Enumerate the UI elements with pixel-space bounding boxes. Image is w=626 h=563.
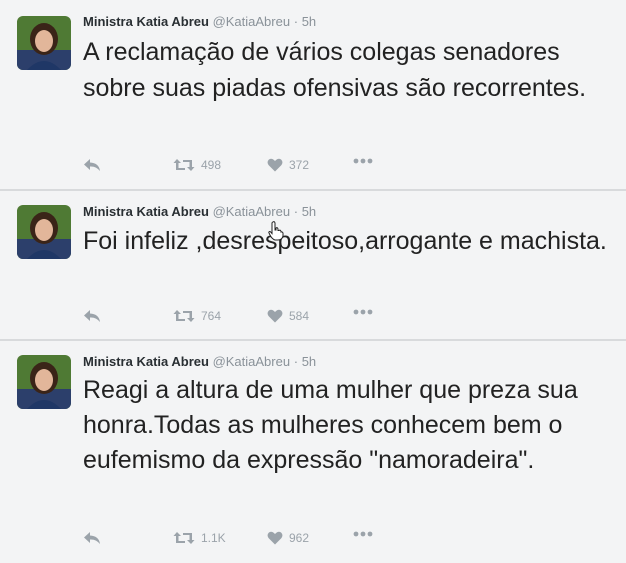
tweet: Ministra Katia Abreu @KatiaAbreu · 5h Re… bbox=[0, 341, 626, 563]
hand-cursor-icon bbox=[268, 221, 284, 241]
separator: · bbox=[293, 204, 299, 219]
author-handle[interactable]: @KatiaAbreu bbox=[213, 14, 291, 29]
more-icon bbox=[353, 309, 373, 315]
tweet-feed: Ministra Katia Abreu @KatiaAbreu · 5h A … bbox=[0, 0, 626, 563]
tweet-text: Reagi a altura de uma mulher que preza s… bbox=[83, 376, 578, 474]
tweet-text: A reclamação de vários colegas senadores… bbox=[83, 38, 587, 102]
heart-icon bbox=[267, 309, 283, 323]
reply-icon bbox=[84, 532, 100, 544]
author-name[interactable]: Ministra Katia Abreu bbox=[83, 14, 209, 29]
avatar[interactable] bbox=[17, 16, 71, 70]
timestamp[interactable]: 5h bbox=[302, 354, 316, 369]
reply-icon bbox=[84, 310, 100, 322]
reply-button[interactable] bbox=[83, 309, 101, 323]
more-icon bbox=[353, 531, 373, 537]
retweet-icon bbox=[173, 159, 195, 171]
timestamp[interactable]: 5h bbox=[302, 14, 316, 29]
avatar[interactable] bbox=[17, 205, 71, 259]
retweet-count: 1.1K bbox=[201, 531, 226, 545]
heart-icon bbox=[267, 531, 283, 545]
retweet-count: 764 bbox=[201, 309, 222, 323]
reply-icon bbox=[84, 159, 100, 171]
reply-button[interactable] bbox=[83, 158, 101, 172]
more-button[interactable] bbox=[353, 158, 373, 164]
reply-button[interactable] bbox=[83, 531, 101, 545]
like-count: 962 bbox=[289, 531, 310, 545]
timestamp[interactable]: 5h bbox=[302, 204, 316, 219]
separator: · bbox=[293, 14, 299, 29]
retweet-count: 498 bbox=[201, 158, 222, 172]
like-button[interactable]: 372 bbox=[267, 158, 309, 172]
tweet-header: Ministra Katia Abreu @KatiaAbreu · 5h bbox=[83, 14, 316, 29]
more-button[interactable] bbox=[353, 531, 373, 537]
author-name[interactable]: Ministra Katia Abreu bbox=[83, 204, 209, 219]
author-handle[interactable]: @KatiaAbreu bbox=[213, 354, 291, 369]
author-handle[interactable]: @KatiaAbreu bbox=[213, 204, 291, 219]
like-button[interactable]: 962 bbox=[267, 531, 309, 545]
like-button[interactable]: 584 bbox=[267, 309, 309, 323]
heart-icon bbox=[267, 158, 283, 172]
retweet-icon bbox=[173, 532, 195, 544]
retweet-button[interactable]: 498 bbox=[173, 158, 221, 172]
retweet-icon bbox=[173, 310, 195, 322]
more-button[interactable] bbox=[353, 309, 373, 315]
tweet: Ministra Katia Abreu @KatiaAbreu · 5h A … bbox=[0, 0, 626, 191]
avatar[interactable] bbox=[17, 355, 71, 409]
tweet-header: Ministra Katia Abreu @KatiaAbreu · 5h bbox=[83, 204, 316, 219]
retweet-button[interactable]: 764 bbox=[173, 309, 221, 323]
tweet-header: Ministra Katia Abreu @KatiaAbreu · 5h bbox=[83, 354, 316, 369]
separator: · bbox=[293, 354, 299, 369]
tweet-text: Foi infeliz ,desrespeitoso,arrogante e m… bbox=[83, 227, 607, 255]
author-name[interactable]: Ministra Katia Abreu bbox=[83, 354, 209, 369]
like-count: 584 bbox=[289, 309, 310, 323]
more-icon bbox=[353, 158, 373, 164]
retweet-button[interactable]: 1.1K bbox=[173, 531, 226, 545]
like-count: 372 bbox=[289, 158, 310, 172]
tweet: Ministra Katia Abreu @KatiaAbreu · 5h Fo… bbox=[0, 191, 626, 341]
